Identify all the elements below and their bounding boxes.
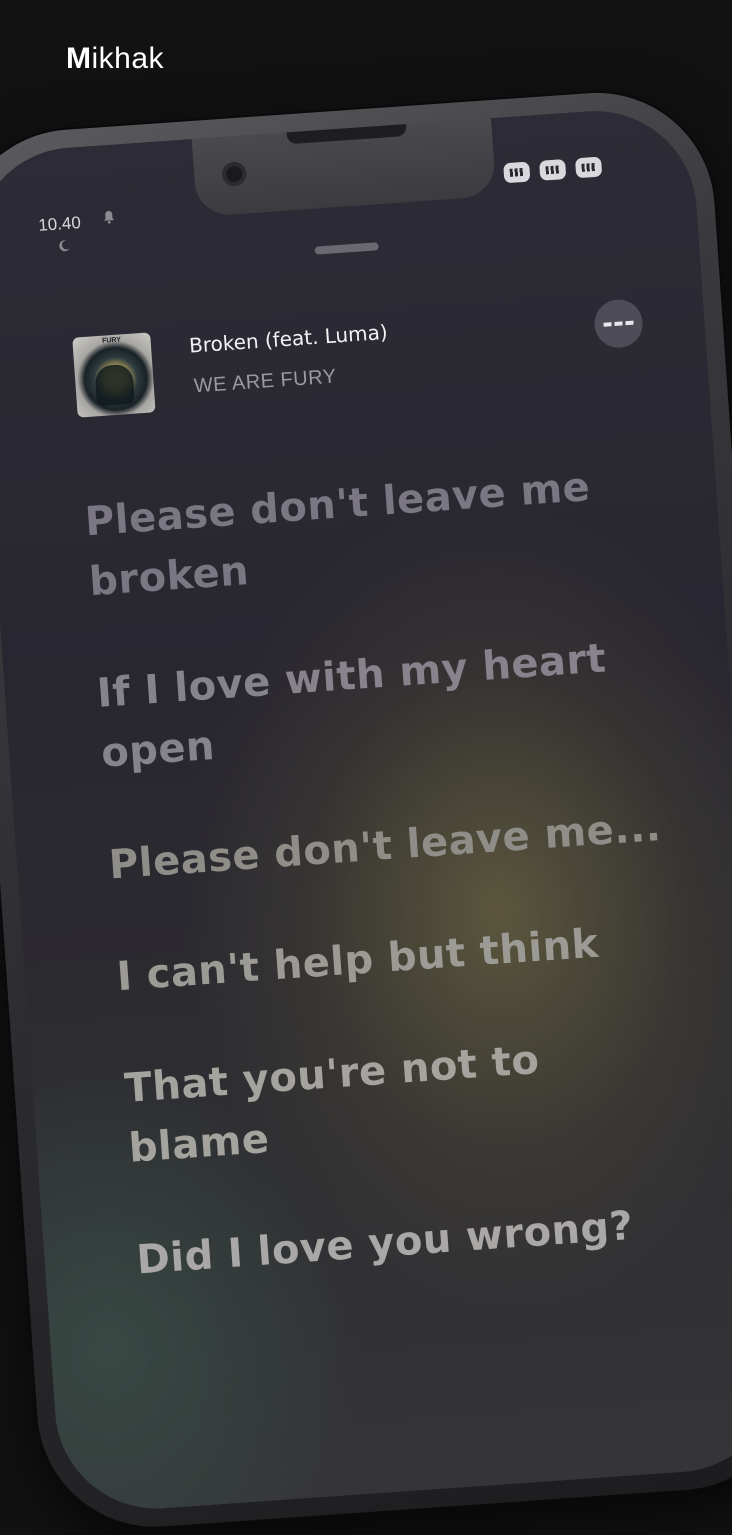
more-icon [603, 320, 634, 327]
brand-logo-initial: M [66, 42, 92, 75]
wifi-icon [539, 159, 567, 181]
now-playing-header: FURY Broken (feat. Luma) WE ARE FURY [72, 297, 657, 427]
phone-frame: 10.40 FURY Broken (feat. Luma) WE ARE FU… [0, 84, 732, 1535]
album-art-figure [94, 363, 135, 407]
phone-notch [191, 118, 497, 217]
status-icons [503, 156, 603, 184]
earpiece-speaker [286, 124, 407, 145]
drag-handle[interactable] [314, 242, 379, 255]
lyric-line[interactable]: That you're not to blame [123, 1020, 690, 1179]
phone-screen: 10.40 FURY Broken (feat. Luma) WE ARE FU… [0, 104, 732, 1516]
brand-logo: Mikhak [66, 42, 164, 76]
front-camera [221, 161, 248, 187]
lyric-line[interactable]: I can't help but think [115, 908, 678, 1007]
album-art-text: FURY [101, 336, 122, 345]
lyric-line[interactable]: Please don't leave me broken [83, 453, 650, 612]
lyric-line[interactable]: Please don't leave me... [107, 797, 670, 896]
signal-icon [503, 161, 531, 184]
moon-icon [59, 240, 70, 252]
track-artist[interactable]: WE ARE FURY [193, 366, 337, 399]
brand-logo-rest: ikhak [91, 42, 165, 75]
lyrics-list: Please don't leave me broken If I love w… [83, 453, 701, 1342]
lyric-line[interactable]: If I love with my heart open [95, 625, 662, 784]
status-time: 10.40 [37, 212, 82, 235]
bell-icon [104, 210, 115, 224]
album-art[interactable]: FURY [72, 332, 156, 418]
battery-icon [574, 156, 603, 179]
track-title: Broken (feat. Luma) [188, 319, 389, 358]
more-options-button[interactable] [592, 298, 645, 350]
lyric-line[interactable]: Did I love you wrong? [135, 1192, 698, 1291]
